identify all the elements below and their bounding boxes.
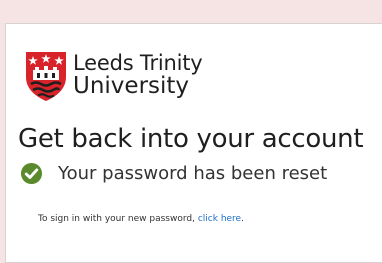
logo: Leeds Trinity University (24, 49, 203, 102)
logo-line1: Leeds Trinity (73, 51, 203, 75)
check-circle-icon (20, 162, 43, 185)
logo-wordmark: Leeds Trinity University (73, 53, 203, 98)
logo-line2: University (73, 73, 190, 99)
signin-suffix: . (241, 214, 244, 224)
status-message: Your password has been reset (20, 162, 327, 185)
signin-instruction: To sign in with your new password, click… (38, 214, 244, 224)
click-here-link[interactable]: click here (198, 214, 241, 224)
reset-card: Leeds Trinity University Get back into y… (5, 23, 382, 263)
university-crest-icon (26, 52, 66, 101)
page-title: Get back into your account (18, 124, 364, 154)
signin-prefix: To sign in with your new password, (38, 214, 198, 224)
status-text: Your password has been reset (58, 163, 328, 184)
